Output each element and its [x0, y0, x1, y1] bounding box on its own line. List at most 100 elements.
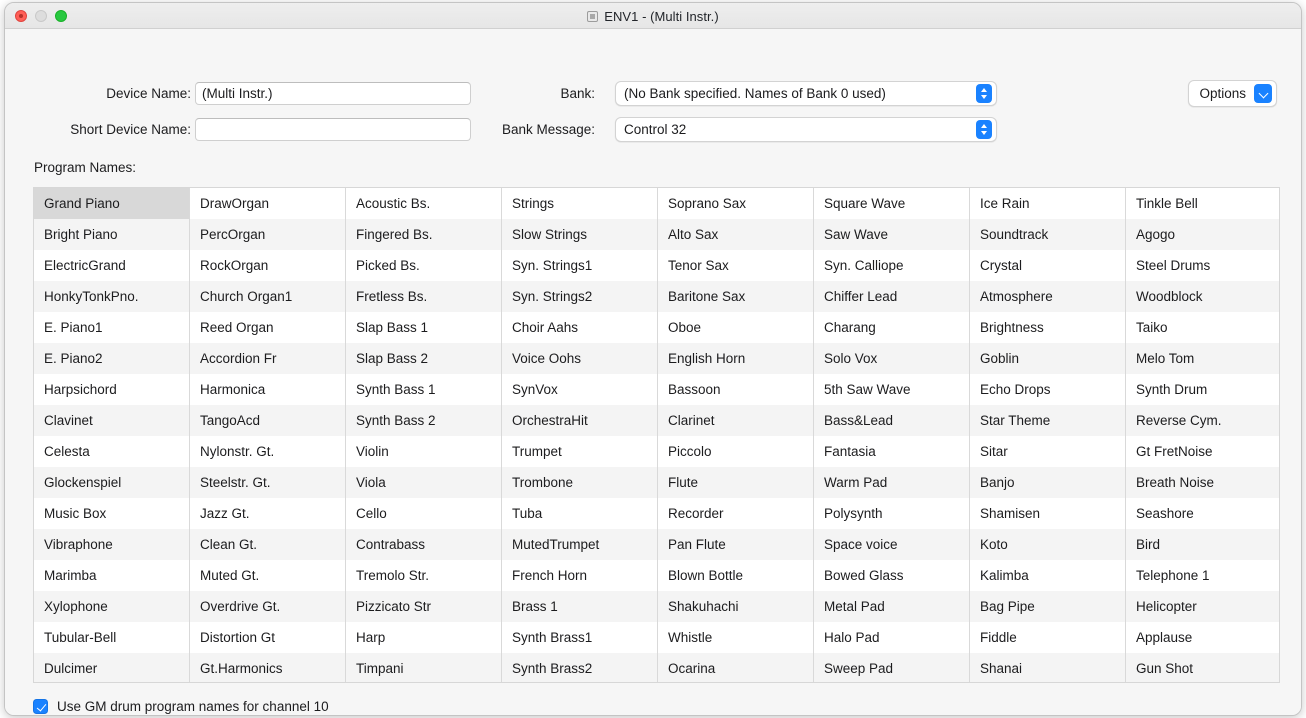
program-name-cell[interactable]: Church Organ1: [190, 281, 345, 312]
program-name-cell[interactable]: Slap Bass 2: [346, 343, 501, 374]
program-name-cell[interactable]: Echo Drops: [970, 374, 1125, 405]
window-titlebar[interactable]: ENV1 - (Multi Instr.): [5, 3, 1301, 29]
program-name-cell[interactable]: Fiddle: [970, 622, 1125, 653]
program-name-cell[interactable]: Polysynth: [814, 498, 969, 529]
program-name-cell[interactable]: Overdrive Gt.: [190, 591, 345, 622]
program-name-cell[interactable]: Oboe: [658, 312, 813, 343]
program-name-cell[interactable]: Vibraphone: [34, 529, 189, 560]
program-name-cell[interactable]: Slow Strings: [502, 219, 657, 250]
program-name-cell[interactable]: Clarinet: [658, 405, 813, 436]
program-name-cell[interactable]: Fingered Bs.: [346, 219, 501, 250]
program-name-cell[interactable]: Brightness: [970, 312, 1125, 343]
program-name-cell[interactable]: Dulcimer: [34, 653, 189, 683]
program-name-cell[interactable]: Reed Organ: [190, 312, 345, 343]
program-name-cell[interactable]: Music Box: [34, 498, 189, 529]
program-name-cell[interactable]: PercOrgan: [190, 219, 345, 250]
program-name-cell[interactable]: Tenor Sax: [658, 250, 813, 281]
bank-popup-button[interactable]: (No Bank specified. Names of Bank 0 used…: [615, 81, 997, 106]
program-name-cell[interactable]: Synth Drum: [1126, 374, 1280, 405]
program-name-cell[interactable]: Sitar: [970, 436, 1125, 467]
program-name-cell[interactable]: Clean Gt.: [190, 529, 345, 560]
program-name-cell[interactable]: Bass&Lead: [814, 405, 969, 436]
program-name-cell[interactable]: Blown Bottle: [658, 560, 813, 591]
program-name-cell[interactable]: Gt.Harmonics: [190, 653, 345, 683]
program-name-cell[interactable]: Violin: [346, 436, 501, 467]
program-name-cell[interactable]: Syn. Strings1: [502, 250, 657, 281]
program-name-cell[interactable]: Synth Brass2: [502, 653, 657, 683]
program-name-cell[interactable]: Fretless Bs.: [346, 281, 501, 312]
chevron-down-icon[interactable]: [1254, 84, 1272, 103]
program-name-cell[interactable]: HonkyTonkPno.: [34, 281, 189, 312]
program-name-cell[interactable]: Tubular-Bell: [34, 622, 189, 653]
program-name-cell[interactable]: Xylophone: [34, 591, 189, 622]
program-name-cell[interactable]: Flute: [658, 467, 813, 498]
program-name-cell[interactable]: Steelstr. Gt.: [190, 467, 345, 498]
chevron-up-down-icon[interactable]: [976, 84, 992, 103]
program-name-cell[interactable]: Bassoon: [658, 374, 813, 405]
program-name-cell[interactable]: English Horn: [658, 343, 813, 374]
program-name-cell[interactable]: Timpani: [346, 653, 501, 683]
program-name-cell[interactable]: Muted Gt.: [190, 560, 345, 591]
program-name-cell[interactable]: Ice Rain: [970, 188, 1125, 219]
program-name-cell[interactable]: Banjo: [970, 467, 1125, 498]
program-name-cell[interactable]: Square Wave: [814, 188, 969, 219]
program-name-cell[interactable]: Tinkle Bell: [1126, 188, 1280, 219]
program-name-cell[interactable]: Woodblock: [1126, 281, 1280, 312]
program-name-cell[interactable]: Gt FretNoise: [1126, 436, 1280, 467]
program-name-cell[interactable]: Jazz Gt.: [190, 498, 345, 529]
program-name-cell[interactable]: Clavinet: [34, 405, 189, 436]
program-name-cell[interactable]: Harp: [346, 622, 501, 653]
program-name-cell[interactable]: RockOrgan: [190, 250, 345, 281]
program-names-table[interactable]: Grand PianoBright PianoElectricGrandHonk…: [33, 187, 1280, 683]
program-name-cell[interactable]: Choir Aahs: [502, 312, 657, 343]
program-name-cell[interactable]: Picked Bs.: [346, 250, 501, 281]
program-name-cell[interactable]: 5th Saw Wave: [814, 374, 969, 405]
program-name-cell[interactable]: Tremolo Str.: [346, 560, 501, 591]
program-name-cell[interactable]: Bag Pipe: [970, 591, 1125, 622]
options-button[interactable]: Options: [1188, 80, 1277, 107]
program-name-cell[interactable]: Trombone: [502, 467, 657, 498]
program-name-cell[interactable]: Bird: [1126, 529, 1280, 560]
program-name-cell[interactable]: Shanai: [970, 653, 1125, 683]
device-name-input[interactable]: [195, 82, 471, 105]
program-name-cell[interactable]: Bowed Glass: [814, 560, 969, 591]
program-name-cell[interactable]: OrchestraHit: [502, 405, 657, 436]
program-name-cell[interactable]: MutedTrumpet: [502, 529, 657, 560]
program-name-cell[interactable]: Metal Pad: [814, 591, 969, 622]
program-name-cell[interactable]: Gun Shot: [1126, 653, 1280, 683]
program-name-cell[interactable]: Kalimba: [970, 560, 1125, 591]
program-name-cell[interactable]: Baritone Sax: [658, 281, 813, 312]
program-name-cell[interactable]: Trumpet: [502, 436, 657, 467]
chevron-up-down-icon[interactable]: [976, 120, 992, 139]
program-name-cell[interactable]: Cello: [346, 498, 501, 529]
program-name-cell[interactable]: Soprano Sax: [658, 188, 813, 219]
program-name-cell[interactable]: Whistle: [658, 622, 813, 653]
program-name-cell[interactable]: Melo Tom: [1126, 343, 1280, 374]
short-device-name-input[interactable]: [195, 118, 471, 141]
program-name-cell[interactable]: Seashore: [1126, 498, 1280, 529]
program-name-cell[interactable]: Fantasia: [814, 436, 969, 467]
program-name-cell[interactable]: Atmosphere: [970, 281, 1125, 312]
program-name-cell[interactable]: ElectricGrand: [34, 250, 189, 281]
close-window-button[interactable]: [15, 10, 27, 22]
program-name-cell[interactable]: Star Theme: [970, 405, 1125, 436]
program-name-cell[interactable]: E. Piano2: [34, 343, 189, 374]
program-name-cell[interactable]: Warm Pad: [814, 467, 969, 498]
program-name-cell[interactable]: Synth Bass 1: [346, 374, 501, 405]
program-name-cell[interactable]: Bright Piano: [34, 219, 189, 250]
program-name-cell[interactable]: Celesta: [34, 436, 189, 467]
program-name-cell[interactable]: Pan Flute: [658, 529, 813, 560]
program-name-cell[interactable]: Distortion Gt: [190, 622, 345, 653]
program-name-cell[interactable]: Sweep Pad: [814, 653, 969, 683]
program-name-cell[interactable]: Halo Pad: [814, 622, 969, 653]
program-name-cell[interactable]: Slap Bass 1: [346, 312, 501, 343]
program-name-cell[interactable]: Shakuhachi: [658, 591, 813, 622]
program-name-cell[interactable]: Pizzicato Str: [346, 591, 501, 622]
program-name-cell[interactable]: Saw Wave: [814, 219, 969, 250]
program-name-cell[interactable]: Grand Piano: [34, 188, 189, 219]
program-name-cell[interactable]: Alto Sax: [658, 219, 813, 250]
program-name-cell[interactable]: Space voice: [814, 529, 969, 560]
program-name-cell[interactable]: TangoAcd: [190, 405, 345, 436]
program-name-cell[interactable]: Charang: [814, 312, 969, 343]
program-name-cell[interactable]: E. Piano1: [34, 312, 189, 343]
